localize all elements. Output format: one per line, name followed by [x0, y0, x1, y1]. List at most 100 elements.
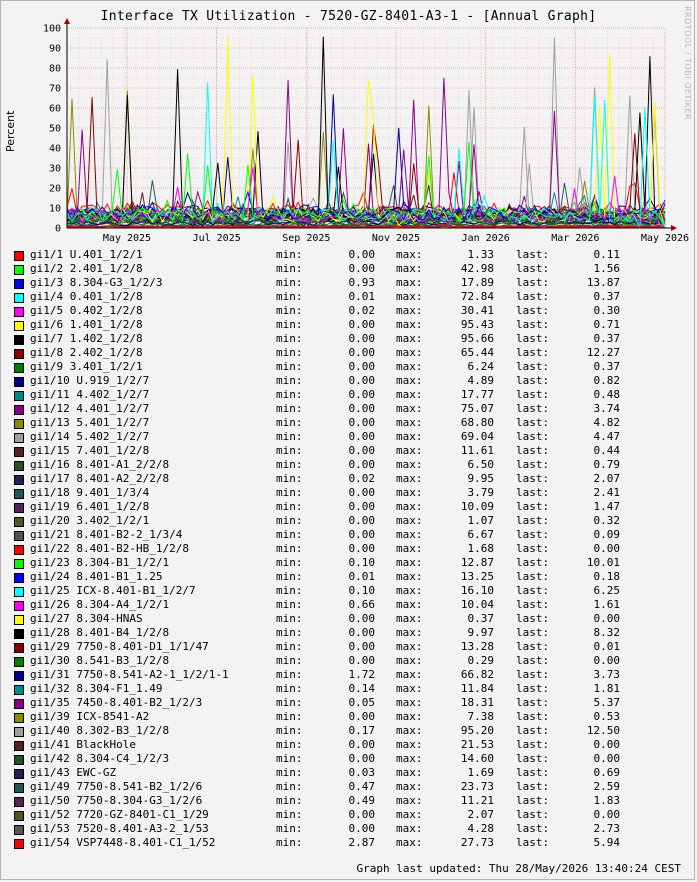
legend-swatch	[14, 447, 24, 457]
legend-max-label: max:	[396, 402, 423, 415]
legend-last-label: last:	[516, 346, 550, 359]
legend-swatch	[14, 741, 24, 751]
legend-last-label: last:	[516, 724, 550, 737]
legend-last-label: last:	[516, 640, 550, 653]
legend-min-value: 0.49	[348, 794, 376, 807]
legend-last-label: last:	[516, 612, 550, 625]
legend-series-name: gi1/41 BlackHole	[30, 738, 136, 751]
legend-row: gi1/40 8.302-B3_1/2/8 min: 0.17 max: 95.20 la…	[14, 724, 694, 738]
legend-series-name: gi1/23 8.304-B1_1/2/1	[30, 556, 170, 569]
legend-max-label: max:	[396, 836, 423, 849]
legend-swatch	[14, 601, 24, 611]
legend-series-name: gi1/53 7520-8.401-A3-2_1/53	[30, 822, 209, 835]
legend-swatch	[14, 657, 24, 667]
legend-min-label: min:	[276, 668, 303, 681]
x-tick-label: Jul 2025	[193, 233, 241, 244]
legend-max-label: max:	[396, 626, 423, 639]
legend-max-value: 6.50	[467, 458, 495, 471]
legend-last-label: last:	[516, 780, 550, 793]
legend-swatch	[14, 559, 24, 569]
legend-last-label: last:	[516, 402, 550, 415]
legend-swatch	[14, 713, 24, 723]
legend-max-value: 2.07	[467, 808, 495, 821]
legend-max-label: max:	[396, 766, 423, 779]
legend-max-label: max:	[396, 584, 423, 597]
legend-max-label: max:	[396, 430, 423, 443]
legend-max-value: 65.44	[460, 346, 494, 359]
legend-max-value: 72.84	[460, 290, 494, 303]
legend-min-label: min:	[276, 794, 303, 807]
chart-legend: gi1/1 U.401_1/2/1 min: 0.00 max: 1.33 last: 0.…	[14, 248, 694, 850]
legend-min-label: min:	[276, 836, 303, 849]
legend-row: gi1/31 7750-8.541-A2-1_1/2/1-1 min: 1.72 ma…	[14, 668, 694, 682]
legend-last-label: last:	[516, 514, 550, 527]
legend-max-label: max:	[396, 696, 423, 709]
legend-min-label: min:	[276, 654, 303, 667]
legend-last-value: 4.47	[593, 430, 621, 443]
legend-min-value: 0.00	[348, 402, 376, 415]
legend-min-label: min:	[276, 332, 303, 345]
legend-min-label: min:	[276, 444, 303, 457]
legend-last-label: last:	[516, 486, 550, 499]
legend-row: gi1/24 8.401-B1_1.25 min: 0.01 max: 13.25 las…	[14, 570, 694, 584]
legend-series-name: gi1/39 ICX-8541-A2	[30, 710, 150, 723]
legend-last-label: last:	[516, 682, 550, 695]
legend-max-label: max:	[396, 318, 423, 331]
legend-max-value: 21.53	[460, 738, 494, 751]
legend-last-value: 0.30	[593, 304, 621, 317]
legend-last-label: last:	[516, 290, 550, 303]
legend-min-value: 0.00	[348, 654, 376, 667]
legend-max-label: max:	[396, 640, 423, 653]
legend-last-label: last:	[516, 248, 550, 261]
legend-swatch	[14, 489, 24, 499]
legend-last-value: 0.01	[593, 640, 621, 653]
x-tick-label: May 2025	[103, 233, 151, 244]
legend-series-name: gi1/22 8.401-B2-HB_1/2/8	[30, 542, 189, 555]
legend-last-label: last:	[516, 668, 550, 681]
legend-min-value: 0.00	[348, 514, 376, 527]
legend-row: gi1/28 8.401-B4_1/2/8 min: 0.00 max: 9.97 las…	[14, 626, 694, 640]
legend-min-value: 0.00	[348, 360, 376, 373]
legend-max-value: 11.61	[460, 444, 494, 457]
legend-last-value: 0.37	[593, 360, 621, 373]
legend-min-value: 0.00	[348, 374, 376, 387]
x-tick-label: Sep 2025	[282, 233, 330, 244]
legend-min-value: 0.10	[348, 584, 376, 597]
legend-last-label: last:	[516, 388, 550, 401]
legend-last-label: last:	[516, 528, 550, 541]
legend-max-value: 69.04	[460, 430, 494, 443]
legend-row: gi1/35 7450-8.401-B2_1/2/3 min: 0.05 max: 18…	[14, 696, 694, 710]
legend-series-name: gi1/5 0.402_1/2/8	[30, 304, 143, 317]
legend-last-value: 0.00	[593, 738, 621, 751]
legend-last-label: last:	[516, 696, 550, 709]
legend-max-value: 1.33	[467, 248, 495, 261]
legend-last-value: 2.59	[593, 780, 621, 793]
legend-max-value: 30.41	[460, 304, 494, 317]
legend-min-value: 0.03	[348, 766, 376, 779]
legend-swatch	[14, 307, 24, 317]
legend-min-label: min:	[276, 696, 303, 709]
x-tick-label: Nov 2025	[372, 233, 420, 244]
legend-last-value: 0.00	[593, 752, 621, 765]
legend-row: gi1/19 6.401_1/2/8 min: 0.00 max: 10.09 last:…	[14, 500, 694, 514]
legend-max-value: 17.89	[460, 276, 494, 289]
legend-last-value: 0.00	[593, 808, 621, 821]
legend-swatch	[14, 685, 24, 695]
legend-row: gi1/23 8.304-B1_1/2/1 min: 0.10 max: 12.87 la…	[14, 556, 694, 570]
legend-last-label: last:	[516, 598, 550, 611]
legend-min-label: min:	[276, 752, 303, 765]
legend-row: gi1/1 U.401_1/2/1 min: 0.00 max: 1.33 last: 0.…	[14, 248, 694, 262]
legend-max-label: max:	[396, 388, 423, 401]
legend-swatch	[14, 797, 24, 807]
legend-max-label: max:	[396, 822, 423, 835]
legend-last-value: 1.56	[593, 262, 621, 275]
legend-min-label: min:	[276, 542, 303, 555]
legend-max-value: 16.10	[460, 584, 494, 597]
legend-swatch	[14, 811, 24, 821]
legend-swatch	[14, 377, 24, 387]
legend-max-value: 1.69	[467, 766, 495, 779]
legend-min-label: min:	[276, 738, 303, 751]
legend-min-label: min:	[276, 276, 303, 289]
legend-max-label: max:	[396, 374, 423, 387]
legend-last-label: last:	[516, 318, 550, 331]
